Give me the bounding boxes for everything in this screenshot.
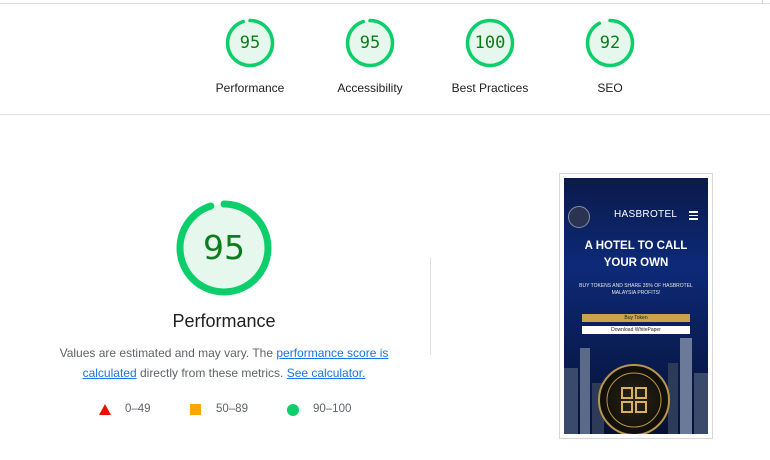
final-screenshot-frame[interactable]: HASBROTEL A HOTEL TO CALL YOUR OWN BUY T… bbox=[559, 173, 713, 439]
legend-pass: 90–100 bbox=[287, 402, 367, 418]
main-title: Performance bbox=[172, 311, 276, 331]
green-circle-icon bbox=[287, 404, 299, 416]
gauge-label: SEO bbox=[597, 81, 623, 95]
gauge-seo[interactable]: 92 SEO bbox=[550, 18, 670, 95]
score-description: Values are estimated and may vary. The p… bbox=[54, 343, 394, 383]
emblem-mark bbox=[606, 372, 662, 428]
legend-label: 90–100 bbox=[313, 403, 352, 415]
category-gauges-row: 95 Performance 95 Accessibility 100 Best… bbox=[0, 4, 770, 115]
final-screenshot: HASBROTEL A HOTEL TO CALL YOUR OWN BUY T… bbox=[564, 178, 708, 434]
gauge-score: 95 bbox=[239, 33, 261, 53]
gauge-label: Accessibility bbox=[337, 81, 403, 95]
site-subtext: BUY TOKENS AND SHARE 35% OF HASBROTEL MA… bbox=[579, 283, 693, 296]
gauge-score: 100 bbox=[474, 33, 506, 53]
gauge-label: Best Practices bbox=[451, 81, 529, 95]
site-logo-icon bbox=[568, 206, 590, 228]
hamburger-menu-icon bbox=[689, 211, 698, 220]
gauge-performance[interactable]: 95 Performance bbox=[190, 18, 310, 95]
gauge-accessibility[interactable]: 95 Accessibility bbox=[310, 18, 430, 95]
legend-average: 50–89 bbox=[190, 402, 260, 418]
site-brand: HASBROTEL bbox=[614, 209, 678, 220]
legend-label: 50–89 bbox=[216, 403, 248, 415]
site-headline: A HOTEL TO CALL YOUR OWN bbox=[584, 240, 688, 269]
performance-main-gauge: 95 bbox=[175, 199, 273, 297]
gauge-score: 95 bbox=[359, 33, 381, 53]
legend-fail: 0–49 bbox=[99, 402, 169, 418]
hasbrotel-emblem-logo bbox=[598, 364, 670, 434]
site-buy-token-button: Buy Token bbox=[582, 314, 690, 322]
desc-middle: directly from these metrics. bbox=[136, 366, 287, 380]
gauge-label: Performance bbox=[215, 81, 285, 95]
section-divider bbox=[430, 258, 431, 355]
red-triangle-icon bbox=[99, 404, 111, 415]
gauge-ring: 95 bbox=[345, 18, 395, 68]
see-calculator-link[interactable]: See calculator. bbox=[287, 366, 366, 380]
main-score: 95 bbox=[203, 228, 245, 267]
gauge-ring: 100 bbox=[465, 18, 515, 68]
gauge-score: 92 bbox=[599, 33, 621, 53]
legend-label: 0–49 bbox=[125, 403, 151, 415]
gauge-ring: 92 bbox=[585, 18, 635, 68]
desc-prefix: Values are estimated and may vary. The bbox=[59, 346, 277, 360]
gauge-best-practices[interactable]: 100 Best Practices bbox=[430, 18, 550, 95]
gauge-ring: 95 bbox=[225, 18, 275, 68]
orange-square-icon bbox=[190, 404, 201, 415]
